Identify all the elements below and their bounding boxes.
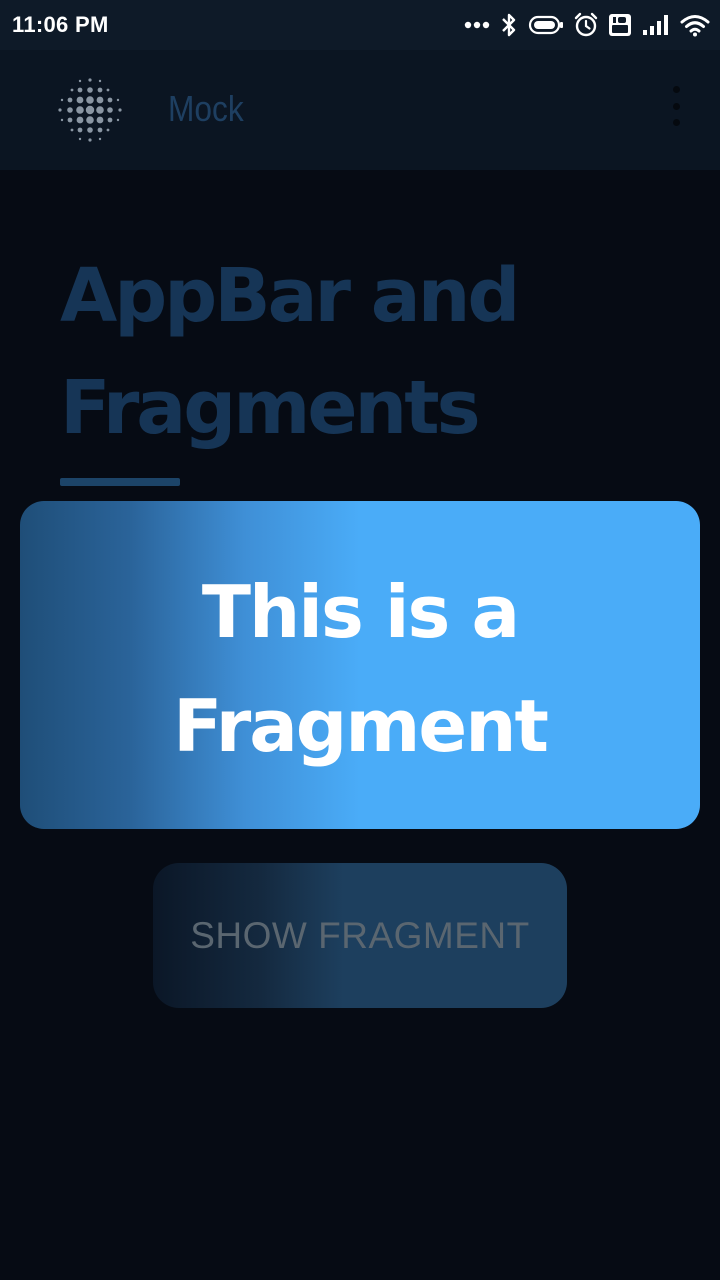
headline-underline <box>60 478 180 486</box>
show-fragment-label: SHOW FRAGMENT <box>190 914 530 956</box>
page-headline: AppBar and Fragments <box>60 240 700 464</box>
status-icons <box>464 10 710 40</box>
more-dots-icon <box>464 21 490 29</box>
status-bar: 11:06 PM <box>0 0 720 50</box>
fragment-text-line-2: Fragment <box>173 684 549 768</box>
headline-line-1: AppBar and <box>60 253 520 339</box>
fragment-card: This is a Fragment <box>20 501 700 829</box>
alarm-icon <box>574 12 598 37</box>
fragment-text-line-1: This is a <box>201 570 520 654</box>
overflow-menu-icon[interactable] <box>660 86 692 126</box>
wifi-icon <box>680 15 710 37</box>
app-title: Mock <box>168 88 244 129</box>
status-time: 11:06 PM <box>12 12 109 37</box>
show-fragment-button[interactable]: SHOW FRAGMENT <box>153 863 567 1008</box>
overflow-dot <box>672 86 680 93</box>
overflow-dot <box>672 119 680 126</box>
fragment-text: This is a Fragment <box>173 555 549 783</box>
overflow-dot <box>672 102 680 110</box>
app-bar: Mock <box>0 50 720 170</box>
signal-icon <box>643 15 668 35</box>
battery-icon <box>528 15 563 35</box>
dotted-circle-logo-icon <box>58 78 122 142</box>
volte-icon <box>609 14 631 36</box>
bluetooth-icon <box>502 13 516 37</box>
headline-line-2: Fragments <box>60 365 481 451</box>
